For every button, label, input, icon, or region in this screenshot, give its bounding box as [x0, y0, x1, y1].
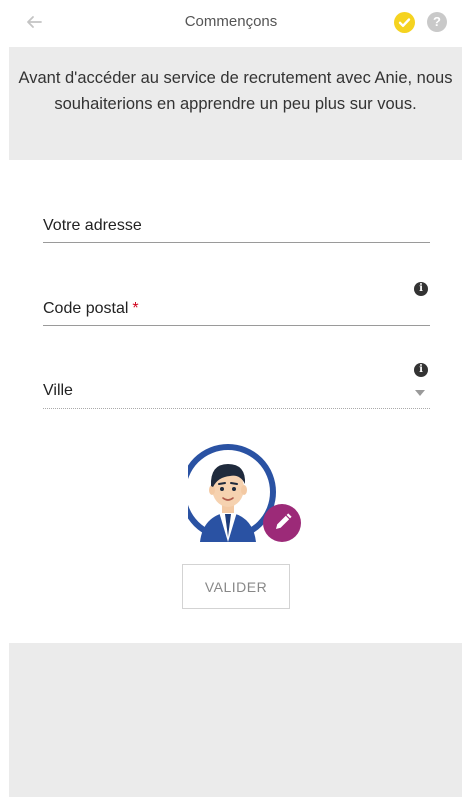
- chevron-down-icon[interactable]: [415, 390, 425, 396]
- required-mark: *: [132, 300, 139, 317]
- bottom-panel: [9, 643, 462, 797]
- address-label: Votre adresse: [43, 217, 142, 234]
- info-icon[interactable]: i: [414, 363, 428, 377]
- intro-text: Avant d'accéder au service de recrutemen…: [18, 69, 453, 113]
- edit-avatar-button[interactable]: [263, 504, 301, 542]
- pencil-icon: [276, 513, 292, 529]
- postal-code-field[interactable]: i Code postal *: [43, 280, 430, 328]
- address-underline: [43, 242, 430, 243]
- city-select[interactable]: i Ville: [43, 362, 430, 412]
- submit-button[interactable]: VALIDER: [182, 564, 290, 609]
- top-bar: Commençons ?: [0, 0, 462, 46]
- check-circle-icon[interactable]: [394, 12, 415, 33]
- intro-banner: Avant d'accéder au service de recrutemen…: [9, 47, 462, 160]
- postal-code-underline: [43, 325, 430, 326]
- postal-code-label: Code postal *: [43, 300, 139, 318]
- avatar: [180, 444, 302, 552]
- help-icon[interactable]: ?: [427, 12, 447, 32]
- page-title: Commençons: [184, 13, 278, 30]
- postal-code-label-text: Code postal: [43, 300, 129, 317]
- address-field[interactable]: Votre adresse: [43, 214, 430, 246]
- city-underline: [43, 408, 430, 409]
- info-icon[interactable]: i: [414, 282, 428, 296]
- city-label: Ville: [43, 382, 73, 399]
